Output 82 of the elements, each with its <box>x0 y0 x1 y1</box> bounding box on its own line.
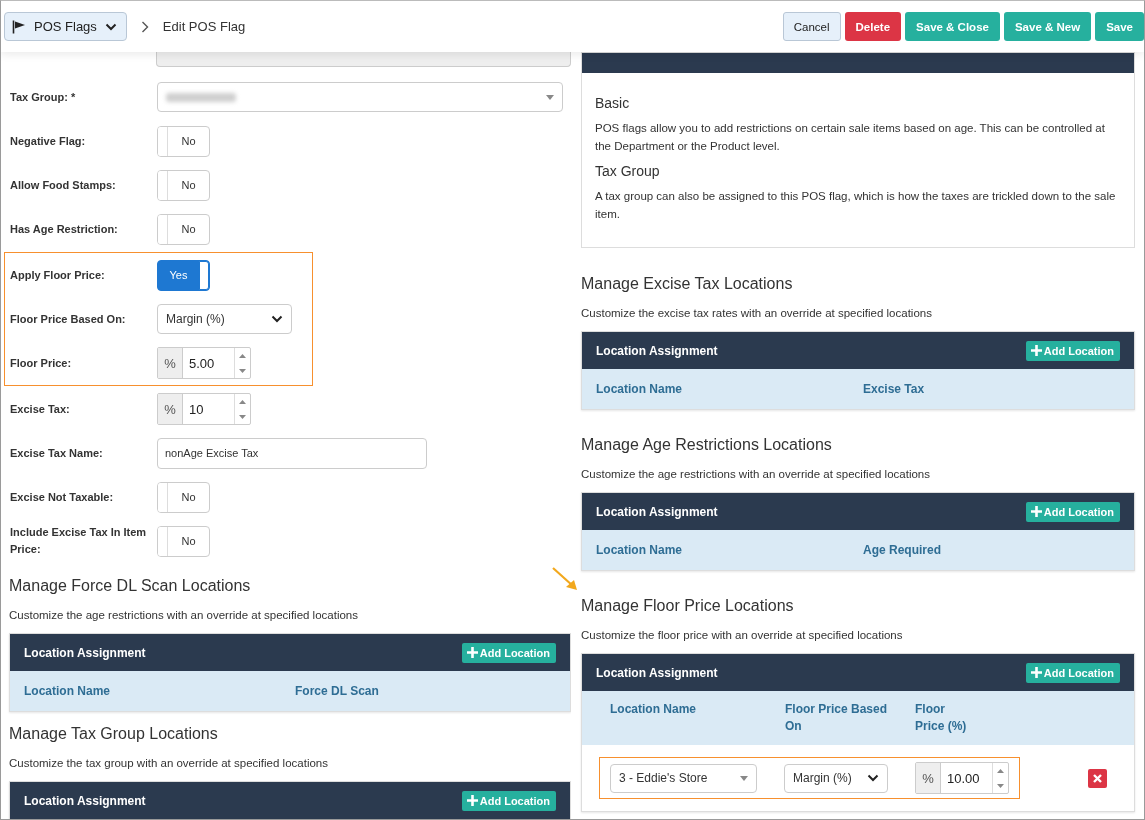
number-field[interactable]: % 10.00 <box>915 762 1009 794</box>
toggle-switch[interactable]: Yes <box>157 259 210 291</box>
panel-title: Location Assignment <box>596 665 718 680</box>
page-title: Edit POS Flag <box>162 19 246 34</box>
plus-icon <box>1030 345 1042 356</box>
spin-up-icon <box>239 399 246 404</box>
field-label: Floor Price: <box>10 355 73 371</box>
section-heading: Manage Floor Price Locations <box>581 596 795 616</box>
module-dropdown-button[interactable]: POS Flags <box>4 12 127 41</box>
spin-down-icon <box>239 414 246 419</box>
caret-down-icon <box>740 775 748 781</box>
section-heading: Manage Age Restrictions Locations <box>581 435 833 455</box>
number-field[interactable]: % 5.00 <box>157 347 251 379</box>
blurred-value <box>166 92 236 102</box>
field-label: Excise Tax Name: <box>10 445 104 461</box>
toggle-switch[interactable]: No <box>157 213 210 245</box>
field-label: Allow Food Stamps: <box>10 177 117 193</box>
topic-heading: Basic <box>595 95 631 111</box>
panel-title: Location Assignment <box>24 645 146 660</box>
chevron-down-icon <box>867 774 879 782</box>
section-description: Customize the floor price with an override at specified locations <box>581 629 904 641</box>
section-description: Customize the excise tax rates with an override at specified locations <box>581 307 933 319</box>
field-label: Apply Floor Price: <box>10 267 106 283</box>
name-field[interactable] <box>156 52 571 67</box>
spin-down-icon <box>997 783 1004 788</box>
select-field[interactable]: Margin (%) <box>157 304 292 334</box>
column-header: Location Name <box>24 682 111 700</box>
input-field[interactable]: nonAge Excise Tax <box>157 437 427 469</box>
close-icon <box>1093 773 1102 783</box>
tax-group-select[interactable] <box>157 82 563 112</box>
panel-title: Location Assignment <box>24 793 146 808</box>
percent-addon: % <box>158 348 183 378</box>
column-header: Location Name <box>596 380 683 398</box>
delete-row-button[interactable] <box>1088 768 1107 788</box>
topic-text: A tax group can also be assigned to this POS flag, which is how the taxes are trickled down to the sale item. <box>595 189 1117 222</box>
column-header: Floor Price (%) <box>915 701 968 735</box>
field-label: Has Age Restriction: <box>10 221 119 237</box>
flag-icon <box>12 19 26 34</box>
percent-addon: % <box>916 763 941 793</box>
number-field[interactable]: % 10 <box>157 393 251 425</box>
panel-title: Location Assignment <box>596 343 718 358</box>
percent-addon: % <box>158 394 183 424</box>
field-label: Excise Not Taxable: <box>10 489 115 505</box>
chevron-down-icon <box>271 315 283 323</box>
topic-heading: Tax Group <box>595 163 661 179</box>
column-header: Force DL Scan <box>295 682 380 700</box>
section-heading: Manage Excise Tax Locations <box>581 274 794 294</box>
breadcrumb-chevron-icon <box>140 20 149 33</box>
topic-text: POS flags allow you to add restrictions on certain sale items based on age. This can be controlled at the Department or the Product level. <box>595 121 1106 154</box>
caret-down-icon <box>546 94 554 100</box>
section-description: Customize the tax group with an override at specified locations <box>9 757 329 769</box>
toggle-switch[interactable]: No <box>157 125 210 157</box>
panel-title: Location Assignment <box>596 504 718 519</box>
section-description: Customize the age restrictions with an override at specified locations <box>9 609 359 621</box>
field-label: Excise Tax: <box>10 401 71 417</box>
toggle-switch[interactable]: No <box>157 481 210 513</box>
plus-icon <box>1030 667 1042 678</box>
field-label: Tax Group: * <box>10 89 77 105</box>
action-button[interactable]: Delete <box>844 12 902 41</box>
column-header: Excise Tax <box>863 380 926 398</box>
column-header: Floor Price Based On <box>785 701 889 735</box>
chevron-down-icon <box>104 22 117 31</box>
action-button[interactable]: Cancel <box>782 12 841 41</box>
spin-up-icon <box>239 353 246 358</box>
column-header: Age Required <box>863 541 942 559</box>
plus-icon <box>466 795 478 806</box>
toggle-switch[interactable]: No <box>157 525 210 557</box>
field-label: Negative Flag: <box>10 133 87 149</box>
plus-icon <box>466 647 478 658</box>
field-label: Include Excise Tax In Item Price: <box>10 525 148 557</box>
field-label: Floor Price Based On: <box>10 311 127 327</box>
location-select[interactable]: 3 - Eddie's Store <box>610 763 757 793</box>
section-heading: Manage Force DL Scan Locations <box>9 576 252 596</box>
spin-down-icon <box>239 368 246 373</box>
column-header: Location Name <box>610 701 697 718</box>
column-header: Location Name <box>596 541 683 559</box>
section-heading: Manage Tax Group Locations <box>9 724 219 744</box>
select-field[interactable]: Margin (%) <box>784 763 888 793</box>
plus-icon <box>1030 506 1042 517</box>
toggle-switch[interactable]: No <box>157 169 210 201</box>
spin-up-icon <box>997 768 1004 773</box>
section-description: Customize the age restrictions with an override at specified locations <box>581 468 931 480</box>
